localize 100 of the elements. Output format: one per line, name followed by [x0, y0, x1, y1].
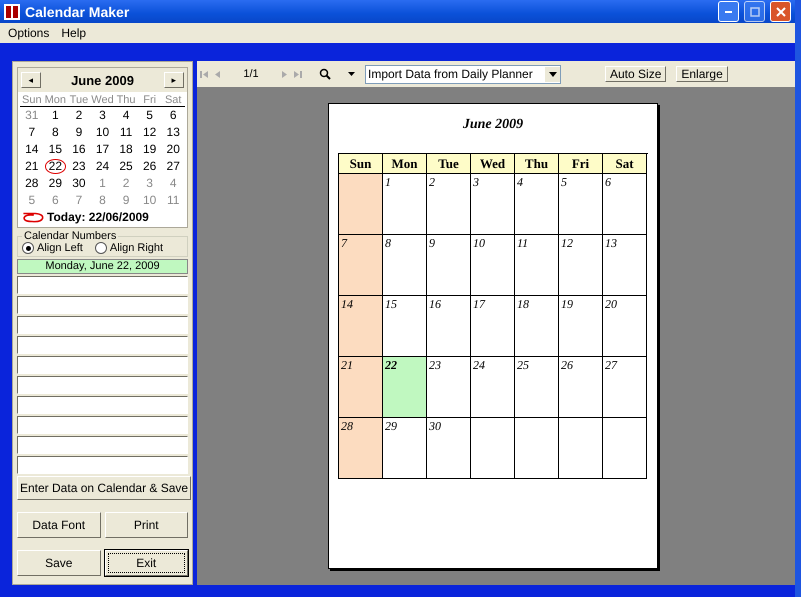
- calendar-day[interactable]: 3: [95, 108, 110, 123]
- calendar-day[interactable]: 15: [44, 142, 66, 157]
- day-cell: 21: [339, 357, 383, 418]
- save-button[interactable]: Save: [17, 550, 100, 576]
- menu-item[interactable]: Help: [55, 26, 92, 40]
- calendar-day[interactable]: 10: [92, 125, 114, 140]
- dropdown-arrow-icon[interactable]: [348, 72, 355, 76]
- radio-button[interactable]: [94, 242, 107, 254]
- calendar-day[interactable]: 4: [166, 176, 181, 191]
- calendar-day[interactable]: 8: [48, 125, 63, 140]
- radio-option[interactable]: Align Right: [94, 242, 164, 254]
- weekday-label: Fri: [138, 94, 162, 107]
- data-entry-field[interactable]: [17, 376, 188, 394]
- day-cell: 20: [603, 296, 647, 357]
- calendar-day[interactable]: 28: [21, 176, 42, 191]
- dropdown-arrow-icon: [548, 72, 556, 76]
- calendar-day[interactable]: 17: [92, 142, 114, 157]
- day-cell: 3: [471, 174, 515, 235]
- calendar-day[interactable]: 7: [72, 193, 86, 208]
- calendar-day[interactable]: 11: [116, 125, 136, 140]
- calendar-day[interactable]: 8: [95, 193, 110, 208]
- calendar-day[interactable]: 5: [142, 108, 157, 123]
- close-button[interactable]: [770, 1, 791, 22]
- calendar-day[interactable]: 19: [138, 142, 160, 157]
- calendar-day[interactable]: 27: [162, 159, 184, 174]
- weekday-label: Sat: [161, 94, 185, 107]
- previous-month-button[interactable]: ◂: [21, 72, 41, 88]
- day-cell: 17: [471, 296, 515, 357]
- calendar-day[interactable]: 21: [21, 159, 42, 174]
- calendar-day[interactable]: 29: [44, 176, 66, 191]
- calendar-day[interactable]: 9: [72, 125, 86, 140]
- print-button[interactable]: Print: [104, 512, 188, 538]
- weekday-header: Fri: [559, 154, 603, 174]
- weekday-header: Sun: [339, 154, 383, 174]
- calendar-day[interactable]: 6: [48, 193, 63, 208]
- radio-option[interactable]: Align Left: [22, 242, 83, 254]
- day-cell: 22: [383, 357, 427, 418]
- weekday-header: Mon: [383, 154, 427, 174]
- import-select[interactable]: Import Data from Daily Planner: [365, 64, 561, 84]
- calendar-day[interactable]: 3: [142, 176, 157, 191]
- radio-button[interactable]: [22, 242, 34, 254]
- calendar-day[interactable]: 6: [166, 108, 181, 123]
- data-entry-field[interactable]: [17, 416, 188, 434]
- calendar-day[interactable]: 11: [162, 193, 184, 208]
- calendar-day[interactable]: 12: [138, 125, 160, 140]
- calendar-day[interactable]: 10: [138, 193, 160, 208]
- calendar-day[interactable]: 16: [68, 142, 90, 157]
- exit-button[interactable]: Exit: [104, 550, 188, 576]
- day-cell: 28: [339, 418, 383, 479]
- day-cell: 15: [383, 296, 427, 357]
- day-cell: 29: [383, 418, 427, 479]
- today-label[interactable]: Today: 22/06/2009: [47, 210, 149, 224]
- calendar-day[interactable]: 5: [24, 193, 40, 208]
- data-entry-field[interactable]: [17, 396, 188, 414]
- calendar-day[interactable]: 4: [118, 108, 134, 123]
- calendar-day[interactable]: 1: [95, 176, 110, 191]
- day-cell: 6: [603, 174, 647, 235]
- maximize-icon: [750, 6, 760, 16]
- data-entry-field[interactable]: [17, 296, 188, 314]
- day-cell: 26: [559, 357, 603, 418]
- auto-size-button[interactable]: Auto Size: [605, 66, 666, 82]
- calendar-day[interactable]: 20: [162, 142, 184, 157]
- calendar-day[interactable]: 18: [115, 142, 137, 157]
- calendar-day[interactable]: 23: [68, 159, 90, 174]
- calendar-day[interactable]: 14: [21, 142, 42, 157]
- calendar-day[interactable]: 7: [24, 125, 40, 140]
- calendar-day[interactable]: 30: [68, 176, 90, 191]
- data-entry-field[interactable]: [17, 456, 188, 474]
- maximize-button[interactable]: [744, 1, 765, 22]
- weekday-header: Tue: [427, 154, 471, 174]
- calendar-day[interactable]: 2: [72, 108, 86, 123]
- calendar-day[interactable]: 24: [92, 159, 114, 174]
- enter-data-button[interactable]: Enter Data on Calendar & Save: [17, 476, 192, 500]
- calendar-day[interactable]: 13: [162, 125, 184, 140]
- calendar-day[interactable]: 26: [138, 159, 160, 174]
- weekday-label: Thu: [114, 94, 138, 107]
- calendar-day[interactable]: 2: [118, 176, 134, 191]
- minimize-icon: [725, 10, 732, 12]
- data-entry-field[interactable]: [17, 276, 188, 294]
- day-cell: 8: [383, 235, 427, 296]
- data-entry-field[interactable]: [17, 336, 188, 354]
- calendar-day[interactable]: 22: [44, 159, 66, 174]
- calendar-day[interactable]: 9: [118, 193, 134, 208]
- day-cell: 10: [471, 235, 515, 296]
- data-entry-field[interactable]: [17, 436, 188, 454]
- data-entry-field[interactable]: [17, 316, 188, 334]
- next-month-button[interactable]: ▸: [164, 72, 184, 88]
- day-cell: 30: [427, 418, 471, 479]
- calendar-day[interactable]: 1: [48, 108, 63, 123]
- calendar-day[interactable]: 25: [115, 159, 137, 174]
- weekday-header: Wed: [471, 154, 515, 174]
- minimize-button[interactable]: [718, 1, 739, 22]
- enlarge-button[interactable]: Enlarge: [676, 66, 728, 82]
- day-cell: 25: [515, 357, 559, 418]
- day-cell: 13: [603, 235, 647, 296]
- data-font-button[interactable]: Data Font: [17, 512, 100, 538]
- data-entry-field[interactable]: [17, 356, 188, 374]
- calendar-day[interactable]: 31: [21, 108, 42, 123]
- weekday-label: Mon: [44, 94, 68, 107]
- menu-item[interactable]: Options: [2, 26, 56, 40]
